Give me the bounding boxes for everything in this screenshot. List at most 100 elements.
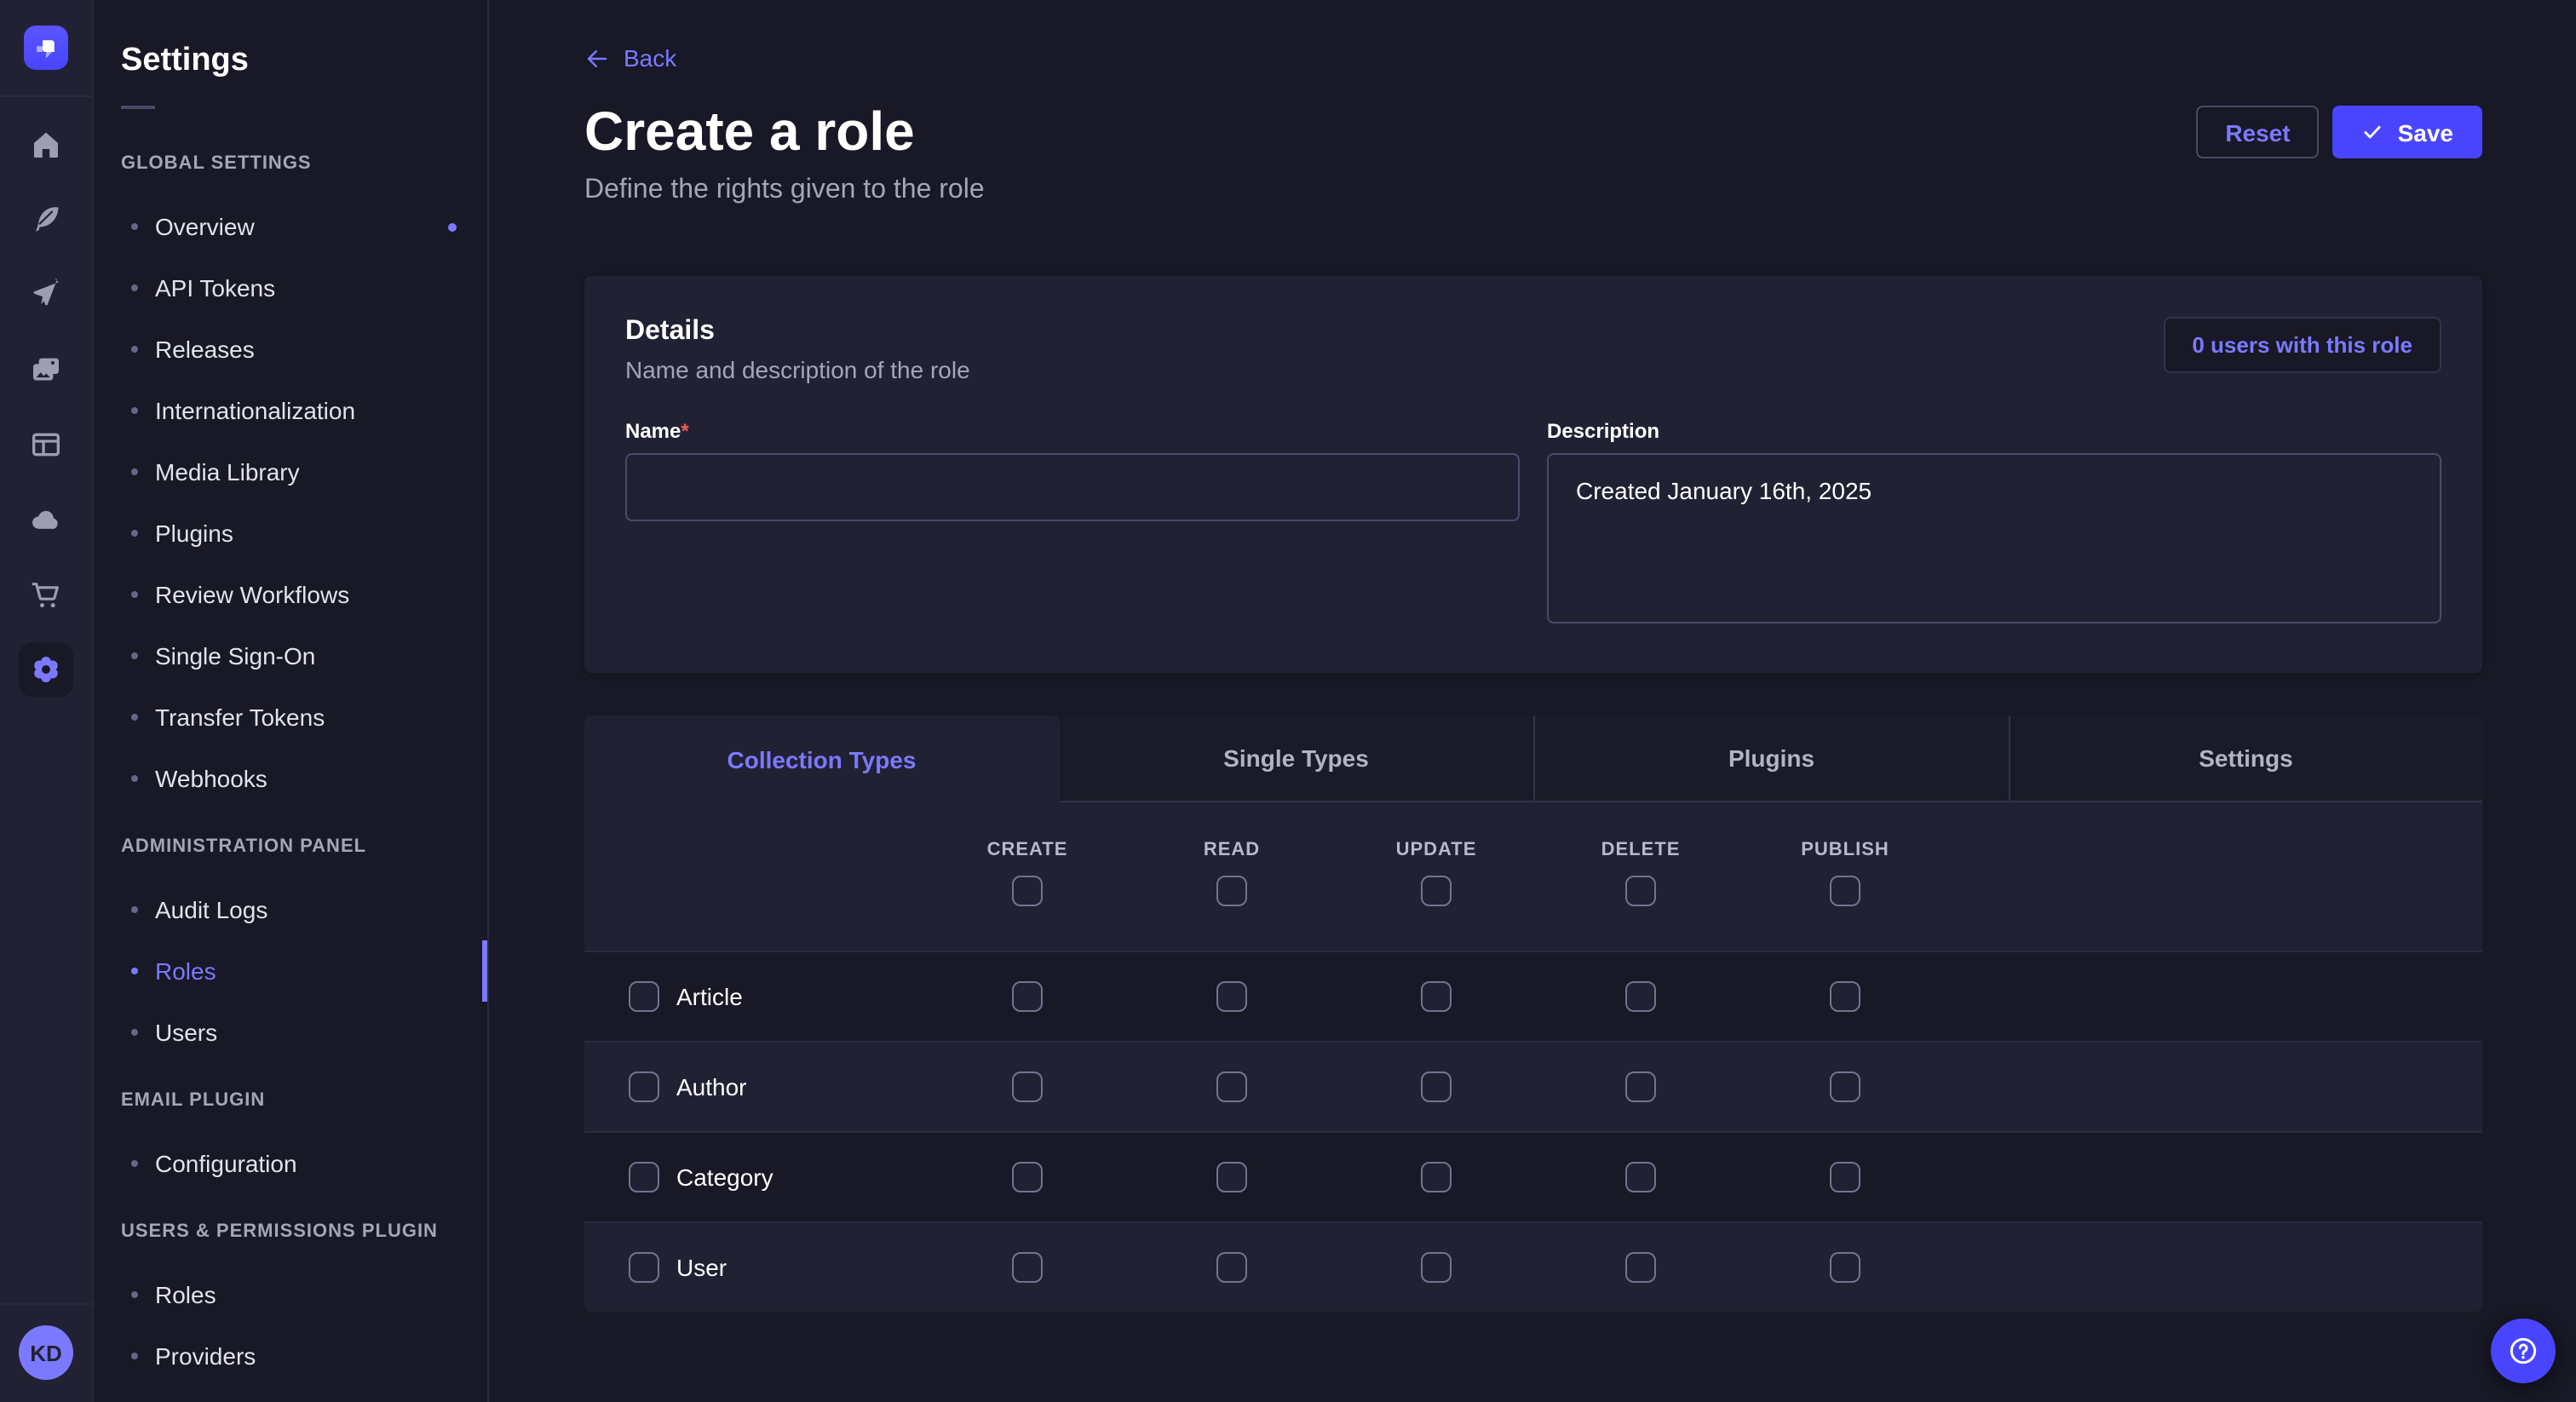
section-administration-panel: ADMINISTRATION PANEL — [94, 836, 487, 859]
row-select-checkbox[interactable] — [629, 1072, 659, 1102]
main-nav: KD — [0, 0, 94, 1402]
app-window: KD Settings GLOBAL SETTINGS Overview API… — [0, 0, 2576, 1402]
user-update-checkbox[interactable] — [1421, 1252, 1452, 1283]
author-delete-checkbox[interactable] — [1625, 1072, 1656, 1102]
subnav-item-webhooks[interactable]: Webhooks — [94, 748, 487, 809]
user-publish-checkbox[interactable] — [1830, 1252, 1860, 1283]
global-settings-list: Overview API Tokens Releases Internation… — [94, 196, 487, 809]
category-create-checkbox[interactable] — [1012, 1162, 1043, 1192]
avatar[interactable]: KD — [19, 1325, 73, 1380]
author-read-checkbox[interactable] — [1216, 1072, 1247, 1102]
help-button[interactable] — [2491, 1319, 2556, 1383]
table-row-user: User — [584, 1221, 2482, 1312]
category-read-checkbox[interactable] — [1216, 1162, 1247, 1192]
bullet-icon — [131, 591, 138, 598]
user-read-checkbox[interactable] — [1216, 1252, 1247, 1283]
table-row-author: Author — [584, 1041, 2482, 1131]
category-publish-checkbox[interactable] — [1830, 1162, 1860, 1192]
active-indicator-bar — [482, 940, 487, 1002]
subnav-item-users[interactable]: Users — [94, 1002, 487, 1063]
page-subtitle: Define the rights given to the role — [584, 174, 2482, 208]
row-select-checkbox[interactable] — [629, 1252, 659, 1283]
subnav-item-internationalization[interactable]: Internationalization — [94, 380, 487, 441]
home-icon[interactable] — [19, 118, 73, 172]
users-permissions-list: Roles Providers — [94, 1264, 487, 1387]
bullet-icon — [131, 284, 138, 291]
content-manager-icon[interactable] — [19, 417, 73, 472]
users-with-role-button[interactable]: 0 users with this role — [2163, 317, 2441, 373]
subnav-item-review-workflows[interactable]: Review Workflows — [94, 564, 487, 625]
back-arrow-icon — [584, 46, 610, 72]
subnav-item-transfer-tokens[interactable]: Transfer Tokens — [94, 687, 487, 748]
tab-single-types[interactable]: Single Types — [1059, 715, 1533, 802]
article-update-checkbox[interactable] — [1421, 981, 1452, 1012]
select-all-create-checkbox[interactable] — [1012, 876, 1043, 906]
bullet-icon — [131, 1160, 138, 1167]
cloud-icon[interactable] — [19, 492, 73, 547]
select-all-update-checkbox[interactable] — [1421, 876, 1452, 906]
author-publish-checkbox[interactable] — [1830, 1072, 1860, 1102]
category-delete-checkbox[interactable] — [1625, 1162, 1656, 1192]
subnav-item-plugins[interactable]: Plugins — [94, 503, 487, 564]
permissions-tabs: Collection Types Single Types Plugins Se… — [584, 715, 2482, 802]
column-header-publish: PUBLISH — [1801, 836, 1889, 864]
subnav-item-roles-up[interactable]: Roles — [94, 1264, 487, 1325]
column-header-create: CREATE — [987, 836, 1068, 864]
row-label: Article — [676, 983, 743, 1010]
subnav-item-releases[interactable]: Releases — [94, 319, 487, 380]
details-title: Details — [625, 317, 970, 348]
bullet-icon — [131, 906, 138, 913]
section-users-permissions-plugin: USERS & PERMISSIONS PLUGIN — [94, 1221, 487, 1244]
tab-collection-types[interactable]: Collection Types — [584, 715, 1059, 802]
back-link[interactable]: Back — [584, 44, 676, 73]
user-delete-checkbox[interactable] — [1625, 1252, 1656, 1283]
settings-subnav: Settings GLOBAL SETTINGS Overview API To… — [94, 0, 489, 1402]
subnav-item-configuration[interactable]: Configuration — [94, 1133, 487, 1194]
description-field-group: Description Created January 16th, 2025 — [1547, 419, 2441, 632]
reset-button[interactable]: Reset — [2196, 106, 2319, 158]
subnav-divider — [121, 106, 155, 109]
save-button[interactable]: Save — [2333, 106, 2482, 158]
page-title: Create a role — [584, 102, 915, 160]
feather-icon[interactable] — [19, 192, 73, 247]
subnav-item-overview[interactable]: Overview — [94, 196, 487, 257]
tab-settings[interactable]: Settings — [2008, 715, 2482, 802]
strapi-logo[interactable] — [24, 26, 68, 70]
profile-section: KD — [0, 1303, 92, 1402]
column-header-update: UPDATE — [1396, 836, 1477, 864]
description-textarea[interactable]: Created January 16th, 2025 — [1547, 453, 2441, 623]
author-update-checkbox[interactable] — [1421, 1072, 1452, 1102]
permissions-header-row: CREATE READ UPDATE DELETE PUBLISH — [584, 802, 2482, 951]
settings-gear-icon[interactable] — [19, 642, 73, 697]
user-create-checkbox[interactable] — [1012, 1252, 1043, 1283]
permissions-panel: CREATE READ UPDATE DELETE PUBLISH — [584, 802, 2482, 1312]
section-global-settings: GLOBAL SETTINGS — [94, 153, 487, 175]
row-select-checkbox[interactable] — [629, 1162, 659, 1192]
name-input[interactable] — [625, 453, 1520, 521]
media-library-icon[interactable] — [19, 342, 73, 397]
subnav-item-api-tokens[interactable]: API Tokens — [94, 257, 487, 319]
bullet-icon — [131, 714, 138, 721]
main-nav-icons — [19, 118, 73, 697]
marketplace-cart-icon[interactable] — [19, 567, 73, 622]
subnav-title: Settings — [94, 41, 487, 82]
row-select-checkbox[interactable] — [629, 981, 659, 1012]
paper-plane-icon[interactable] — [19, 267, 73, 322]
article-create-checkbox[interactable] — [1012, 981, 1043, 1012]
subnav-item-providers[interactable]: Providers — [94, 1325, 487, 1387]
subnav-item-roles-admin[interactable]: Roles — [94, 940, 487, 1002]
select-all-publish-checkbox[interactable] — [1830, 876, 1860, 906]
select-all-read-checkbox[interactable] — [1216, 876, 1247, 906]
tab-plugins[interactable]: Plugins — [1533, 715, 2008, 802]
bullet-icon — [131, 652, 138, 659]
author-create-checkbox[interactable] — [1012, 1072, 1043, 1102]
category-update-checkbox[interactable] — [1421, 1162, 1452, 1192]
article-publish-checkbox[interactable] — [1830, 981, 1860, 1012]
subnav-item-single-sign-on[interactable]: Single Sign-On — [94, 625, 487, 687]
article-read-checkbox[interactable] — [1216, 981, 1247, 1012]
subnav-item-media-library[interactable]: Media Library — [94, 441, 487, 503]
section-email-plugin: EMAIL PLUGIN — [94, 1090, 487, 1112]
subnav-item-audit-logs[interactable]: Audit Logs — [94, 879, 487, 940]
select-all-delete-checkbox[interactable] — [1625, 876, 1656, 906]
article-delete-checkbox[interactable] — [1625, 981, 1656, 1012]
